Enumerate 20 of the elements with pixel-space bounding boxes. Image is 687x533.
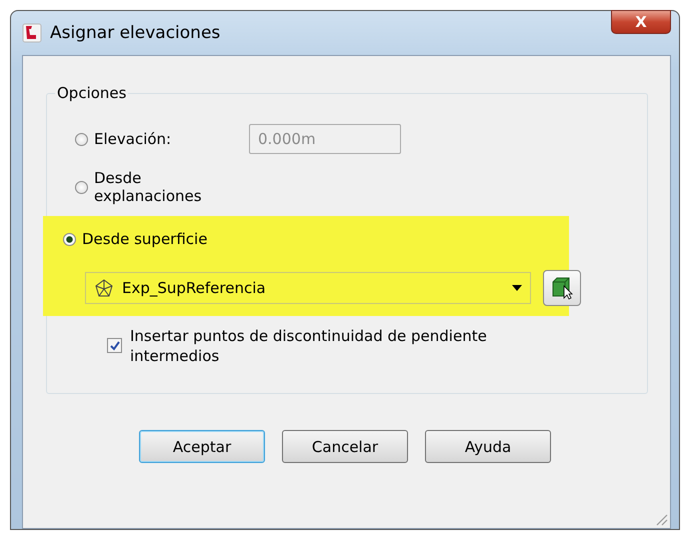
box-cursor-icon [550,276,574,300]
checkbox-label: Insertar puntos de discontinuidad de pendiente intermedios [130,326,488,366]
checkbox[interactable] [107,338,122,353]
pick-button[interactable] [543,270,581,306]
close-button[interactable]: X [611,10,671,34]
radio-button[interactable] [63,232,76,246]
option-label: Desde explanaciones [94,169,203,205]
caret-icon [512,285,522,291]
radio-button[interactable] [75,180,88,194]
option-label: Elevación: [94,130,172,148]
group-title: Opciones [56,84,128,102]
resize-grip-icon [654,512,668,526]
dialog-button[interactable]: Cancelar [282,430,408,463]
dialog-button[interactable]: Aceptar [139,430,265,463]
surface-dropdown[interactable]: Exp_SupReferencia [85,272,531,304]
window-title: Asignar elevaciones [50,23,222,43]
pentagon-icon [94,278,114,298]
dialog-button[interactable]: Ayuda [425,430,551,463]
option-label: Desde superficie [82,230,208,248]
app-icon [22,23,42,43]
